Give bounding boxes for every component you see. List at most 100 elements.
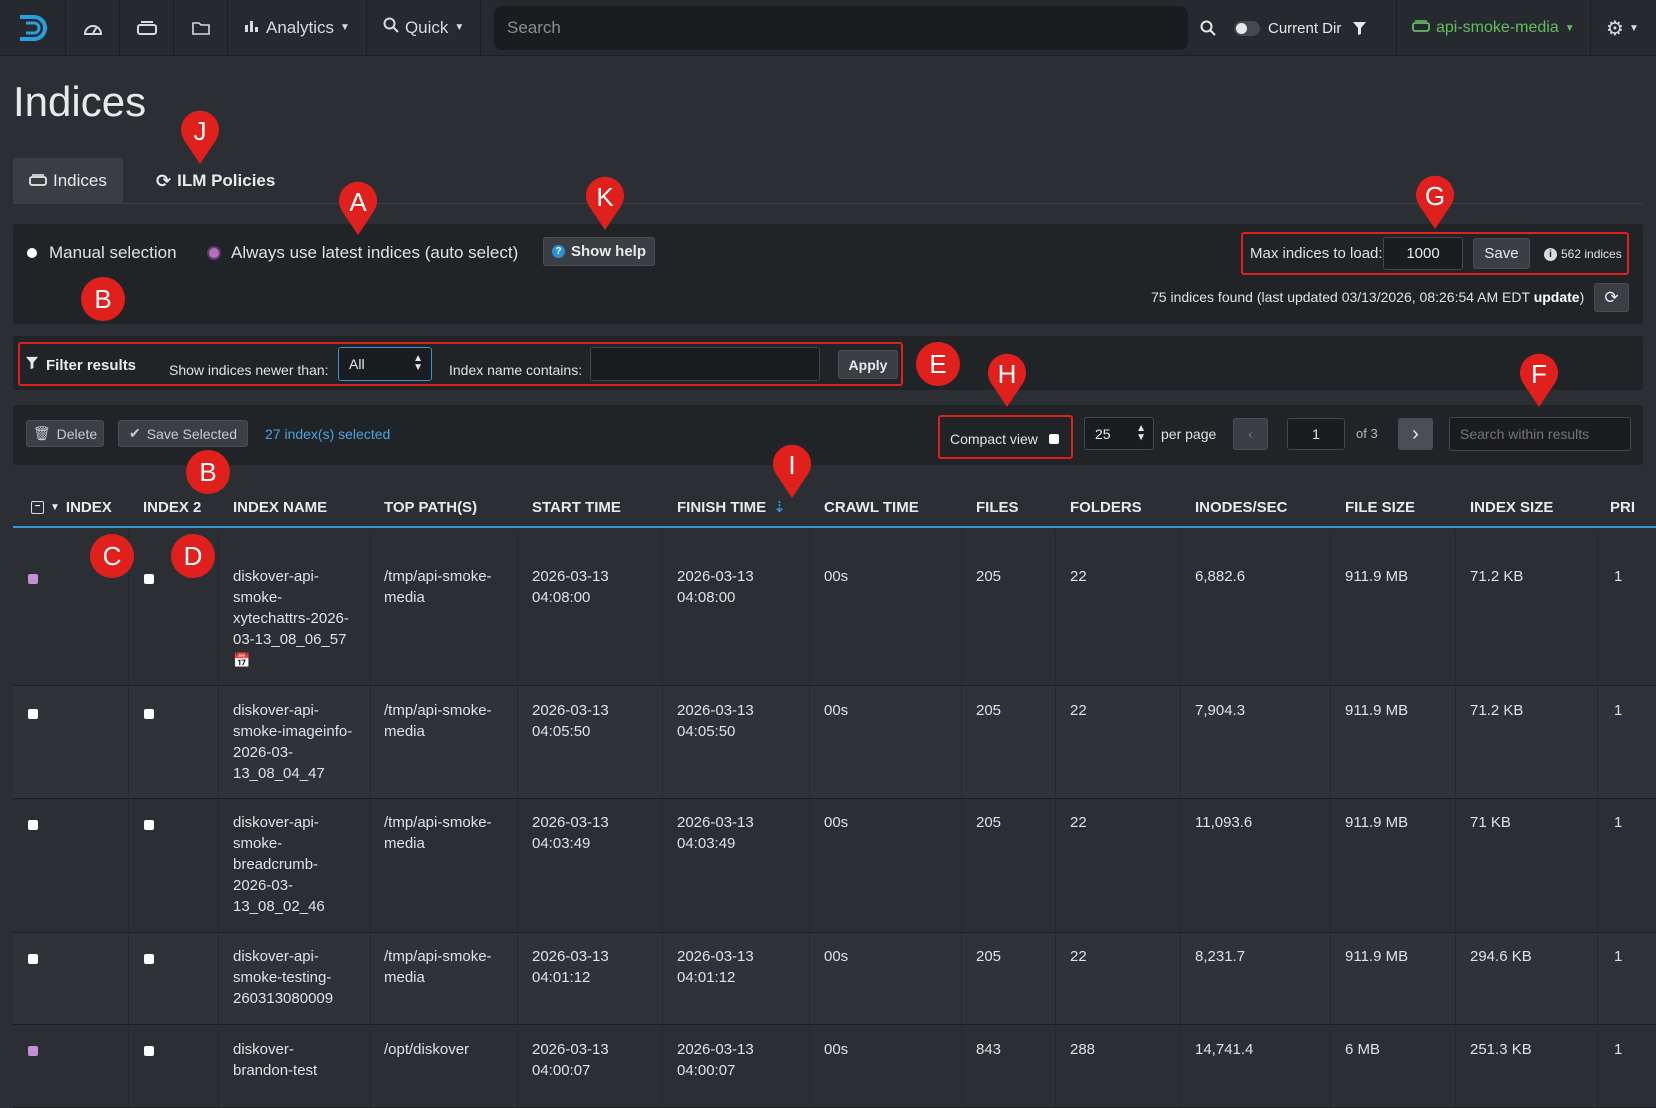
compact-view-checkbox[interactable] <box>1049 434 1059 444</box>
annotation-marker-g: G <box>1413 175 1457 229</box>
pri-cell: 1 <box>1614 814 1623 831</box>
per-page-value: 25 <box>1095 425 1111 442</box>
analytics-menu[interactable]: Analytics ▼ <box>228 0 367 56</box>
annotation-marker-h: H <box>985 353 1029 407</box>
index2-checkbox[interactable] <box>144 954 154 964</box>
index-name-cell[interactable]: diskover-api-smoke-imageinfo-2026-03-13_… <box>233 700 353 784</box>
crawl-time-cell: 00s <box>824 702 849 719</box>
index-checkbox[interactable] <box>28 574 38 584</box>
pri-cell: 1 <box>1614 702 1623 719</box>
save-max-button[interactable]: Save <box>1473 238 1530 269</box>
file-size-cell: 911.9 MB <box>1345 702 1409 719</box>
column-crawl-time[interactable]: CRAWL TIME <box>824 488 919 526</box>
table-row[interactable]: diskover-api-smoke-imageinfo-2026-03-13_… <box>13 686 1656 799</box>
annotation-marker-j: J <box>178 110 222 164</box>
max-indices-input[interactable]: 1000 <box>1383 237 1463 270</box>
refresh-icon: ⟳ <box>1604 287 1619 307</box>
files-cell: 205 <box>976 702 1002 719</box>
current-dir-label: Current Dir <box>1268 19 1342 37</box>
save-selected-button[interactable]: ✔ Save Selected <box>118 420 248 447</box>
settings-menu[interactable]: ⚙ ▼ <box>1606 0 1639 56</box>
global-search-input[interactable] <box>494 6 1188 50</box>
delete-button[interactable]: 🗑 Delete <box>26 420 104 447</box>
diskover-logo[interactable] <box>0 0 66 56</box>
index2-checkbox[interactable] <box>144 709 154 719</box>
index-checkbox[interactable] <box>28 709 38 719</box>
indices-drive-icon[interactable] <box>120 0 174 56</box>
tab-bar: Indices ⟳ ILM Policies <box>13 158 1643 204</box>
current-index-menu[interactable]: api-smoke-media ▼ <box>1412 0 1575 56</box>
newer-than-select[interactable]: All ▲ ▼ <box>338 347 432 381</box>
filter-icon <box>25 356 39 374</box>
name-contains-input[interactable] <box>590 347 820 381</box>
index2-checkbox[interactable] <box>144 574 154 584</box>
column-start-time[interactable]: START TIME <box>532 488 621 526</box>
manual-selection-radio[interactable]: Manual selection <box>27 243 177 263</box>
file-size-cell: 6 MB <box>1345 1041 1381 1058</box>
quick-menu[interactable]: Quick ▼ <box>367 0 482 56</box>
current-dir-toggle[interactable]: Current Dir <box>1234 0 1341 56</box>
search-submit-icon[interactable] <box>1200 0 1216 56</box>
radio-button[interactable] <box>27 248 37 258</box>
drive-icon <box>1412 19 1430 37</box>
column-divider <box>1180 530 1181 1108</box>
refresh-button[interactable]: ⟳ <box>1594 283 1629 312</box>
indices-found-close: ) <box>1579 289 1585 305</box>
auto-select-radio[interactable]: Always use latest indices (auto select) <box>209 243 518 263</box>
folder-icon[interactable] <box>174 0 228 56</box>
auto-select-label: Always use latest indices (auto select) <box>231 243 519 262</box>
start-time-cell: 2026-03-13 04:08:00 <box>532 568 609 606</box>
index2-checkbox[interactable] <box>144 1046 154 1056</box>
index-name-cell[interactable]: diskover-api-smoke-breadcrumb-2026-03-13… <box>233 812 338 917</box>
annotation-label: G <box>1424 181 1446 211</box>
index-checkbox[interactable] <box>28 1046 38 1056</box>
column-divider <box>809 530 810 1108</box>
chevron-down-icon: ▼ <box>454 22 465 33</box>
column-top-paths[interactable]: TOP PATH(S) <box>384 488 477 526</box>
tab-ilm-policies[interactable]: ⟳ ILM Policies <box>140 158 291 204</box>
show-help-button[interactable]: ? Show help <box>543 237 655 266</box>
dashboard-icon[interactable] <box>66 0 120 56</box>
toggle-switch[interactable] <box>1234 20 1260 36</box>
filter-icon[interactable] <box>1352 0 1367 56</box>
sort-desc-icon[interactable]: ⇣ <box>773 498 786 516</box>
column-index[interactable]: − ▼ INDEX <box>31 488 112 526</box>
annotation-marker-b-2: B <box>186 450 230 494</box>
search-within-results-input[interactable] <box>1449 417 1631 451</box>
index-checkbox[interactable] <box>28 820 38 830</box>
update-link[interactable]: update <box>1534 289 1580 305</box>
index2-checkbox[interactable] <box>144 820 154 830</box>
files-cell: 205 <box>976 814 1002 831</box>
per-page-select[interactable]: 25 ▲ ▼ <box>1084 417 1154 450</box>
column-index-size[interactable]: INDEX SIZE <box>1470 488 1553 526</box>
prev-page-button[interactable]: ‹ <box>1233 418 1268 450</box>
column-inodes-sec[interactable]: INODES/SEC <box>1195 488 1288 526</box>
select-all-checkbox[interactable]: − <box>31 500 44 514</box>
radio-button[interactable] <box>209 248 219 258</box>
table-row[interactable]: diskover-api-smoke-testing-260313080009 … <box>13 933 1656 1025</box>
indices-found-label: 75 indices found (last updated 03/13/202… <box>1151 289 1530 305</box>
refresh-icon: ⟳ <box>156 170 172 191</box>
tab-label: ILM Policies <box>177 171 276 190</box>
index-name-cell[interactable]: diskover-api-smoke-testing-260313080009 <box>233 946 353 1009</box>
column-file-size[interactable]: FILE SIZE <box>1345 488 1415 526</box>
column-pri[interactable]: PRI <box>1610 488 1635 526</box>
table-row[interactable]: diskover-brandon-test /opt/diskover 2026… <box>13 1025 1656 1108</box>
chevron-down-icon[interactable]: ▼ <box>50 502 60 513</box>
index-checkbox[interactable] <box>28 954 38 964</box>
index-name-cell[interactable]: diskover-api-smoke-xytechattrs-2026-03-1… <box>233 566 353 671</box>
column-files[interactable]: FILES <box>976 488 1019 526</box>
start-time-cell: 2026-03-13 04:00:07 <box>532 1041 609 1079</box>
column-label: FINISH TIME <box>677 498 767 516</box>
table-row[interactable]: diskover-api-smoke-breadcrumb-2026-03-13… <box>13 799 1656 933</box>
next-page-button[interactable]: › <box>1398 418 1433 450</box>
column-folders[interactable]: FOLDERS <box>1070 488 1142 526</box>
files-cell: 205 <box>976 568 1002 585</box>
annotation-marker-i: I <box>770 444 814 498</box>
index-name-cell[interactable]: diskover-brandon-test <box>233 1039 333 1081</box>
page-number-input[interactable]: 1 <box>1287 418 1345 450</box>
tab-indices[interactable]: Indices <box>13 158 123 204</box>
table-row[interactable]: diskover-api-smoke-xytechattrs-2026-03-1… <box>13 552 1656 686</box>
apply-filter-button[interactable]: Apply <box>838 350 898 379</box>
column-index-name[interactable]: INDEX NAME <box>233 488 327 526</box>
